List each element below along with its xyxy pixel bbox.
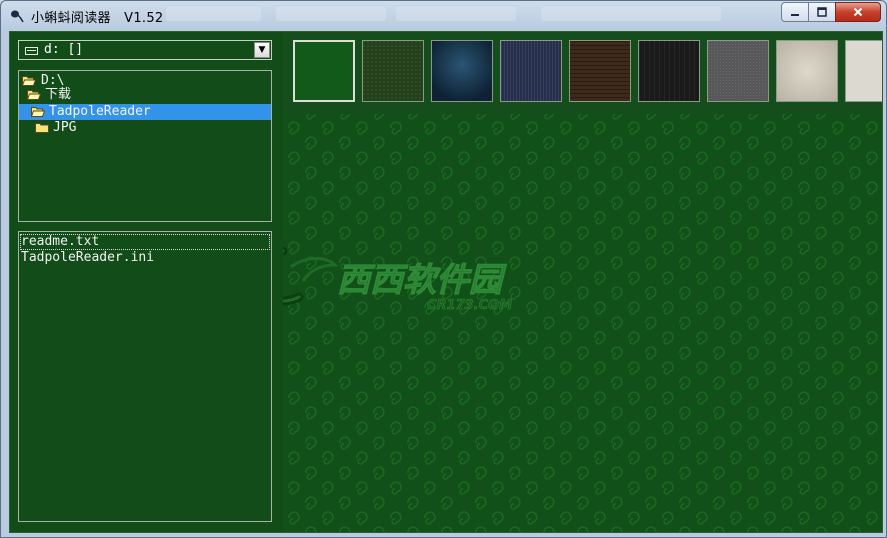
thumb-beige-paper[interactable] xyxy=(776,40,838,102)
tadpole-app-icon xyxy=(11,10,24,23)
thumb-brown-wood[interactable] xyxy=(569,40,631,102)
maximize-icon xyxy=(817,7,827,17)
file-list[interactable]: readme.txt TadpoleReader.ini xyxy=(18,231,272,522)
drive-selector[interactable]: d: [] ▼ xyxy=(18,40,272,60)
navigation-panel: d: [] ▼ D:\ 下载 TadpoleReader JPG readme.… xyxy=(10,32,282,532)
background-thumbnail-strip xyxy=(283,32,882,114)
titlebar-blur-2 xyxy=(276,7,386,21)
tree-item-label: 下载 xyxy=(45,87,72,102)
close-button[interactable] xyxy=(835,2,881,22)
thumbnail-image xyxy=(501,41,561,101)
version-label: V1.52 xyxy=(124,11,164,26)
tree-item-label: JPG xyxy=(53,120,77,135)
file-item-readme[interactable]: readme.txt xyxy=(20,234,270,250)
tree-item-jpg[interactable]: JPG xyxy=(19,120,271,136)
watermark-site-text: CR173.COM xyxy=(427,298,512,313)
thumb-dark-blue[interactable] xyxy=(431,40,493,102)
close-icon xyxy=(853,7,863,17)
title-bar[interactable]: 小蝌蚪阅读器 V1.52 xyxy=(1,1,886,31)
window-title: 小蝌蚪阅读器 V1.52 xyxy=(31,11,164,26)
tree-item-tadpolereader[interactable]: TadpoleReader xyxy=(19,104,271,120)
open-folder-icon xyxy=(27,90,41,100)
thumbnail-image xyxy=(295,42,353,100)
thumb-green-pattern[interactable] xyxy=(293,40,355,102)
client-area: d: [] ▼ D:\ 下载 TadpoleReader JPG readme.… xyxy=(9,31,883,533)
thumbnail-image xyxy=(777,41,837,101)
tree-item-download[interactable]: 下载 xyxy=(19,87,271,103)
thumbnail-image xyxy=(363,41,423,101)
maximize-button[interactable] xyxy=(808,2,835,22)
drive-icon xyxy=(25,47,38,55)
cr173-watermark-logo: 西西软件园 CR173.COM xyxy=(283,246,512,313)
file-item-ini[interactable]: TadpoleReader.ini xyxy=(20,250,270,266)
open-folder-icon xyxy=(22,76,36,86)
titlebar-blur-4 xyxy=(541,7,721,21)
app-window: 小蝌蚪阅读器 V1.52 d: [] ▼ D:\ 下载 TadpoleReade… xyxy=(0,0,887,538)
tree-item-label: TadpoleReader xyxy=(49,104,151,119)
reading-area[interactable]: 西西软件园 CR173.COM xyxy=(283,114,882,532)
minimize-icon xyxy=(791,14,799,16)
thumb-light-paper[interactable] xyxy=(845,40,882,102)
thumbnail-image xyxy=(432,41,492,101)
thumb-gray-fabric[interactable] xyxy=(707,40,769,102)
open-folder-icon xyxy=(31,107,45,117)
watermark-brand-text: 西西软件园 xyxy=(337,260,507,299)
thumbnail-image xyxy=(570,41,630,101)
thumbnail-image xyxy=(708,41,768,101)
reader-panel: 西西软件园 CR173.COM xyxy=(283,32,882,532)
minimize-button[interactable] xyxy=(781,2,808,22)
titlebar-blur-3 xyxy=(396,7,516,21)
window-controls xyxy=(781,2,881,22)
thumb-black-wood[interactable] xyxy=(638,40,700,102)
thumb-blue-denim[interactable] xyxy=(500,40,562,102)
thumbnail-image xyxy=(846,41,882,101)
directory-tree[interactable]: D:\ 下载 TadpoleReader JPG xyxy=(18,70,272,222)
folder-icon xyxy=(35,123,49,133)
thumbnail-image xyxy=(639,41,699,101)
drive-selector-value: d: [] xyxy=(44,42,84,57)
dropdown-arrow-icon[interactable]: ▼ xyxy=(254,42,270,58)
titlebar-blur-1 xyxy=(166,7,261,21)
thumb-dark-green-fabric[interactable] xyxy=(362,40,424,102)
